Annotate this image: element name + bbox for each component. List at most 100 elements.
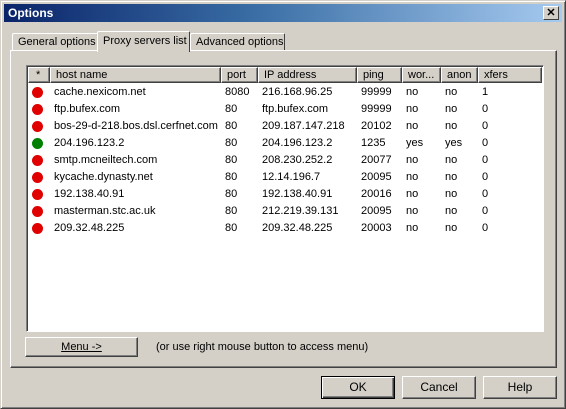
close-button[interactable]: ✕ — [543, 6, 559, 20]
cell-port: 80 — [225, 154, 238, 166]
cell-port: 8080 — [225, 86, 250, 98]
cell-xfers: 0 — [482, 120, 489, 132]
cell-anon: no — [445, 188, 458, 200]
status-error-icon — [32, 189, 43, 200]
cell-anon: no — [445, 171, 458, 183]
cell-anon: no — [445, 120, 458, 132]
table-row[interactable]: 192.138.40.91 80 192.138.40.91 20016 no no 0 — [28, 186, 543, 203]
cell-ping: 20003 — [361, 222, 392, 234]
cell-working: no — [406, 154, 419, 166]
table-row[interactable]: bos-29-d-218.bos.dsl.cerfnet.com 80 209.18… — [28, 118, 543, 135]
table-row[interactable]: cache.nexicom.net 8080 216.168.96.25 99999 n… — [28, 84, 543, 101]
table-row[interactable]: 204.196.123.2 80 204.196.123.2 1235 yes yes 0 — [28, 135, 543, 152]
cell-port: 80 — [225, 103, 238, 115]
cell-working: no — [406, 171, 419, 183]
ok-button[interactable]: OK — [321, 376, 395, 399]
cell-ping: 1235 — [361, 137, 386, 149]
column-header-anon[interactable]: anon — [441, 67, 478, 83]
window-title: Options — [8, 6, 54, 20]
cell-anon: yes — [445, 137, 463, 149]
table-row[interactable]: kycache.dynasty.net 80 12.14.196.7 20095 no n… — [28, 169, 543, 186]
cell-ping: 20016 — [361, 188, 392, 200]
column-header-xfers[interactable]: xfers — [478, 67, 542, 83]
cell-ip-address: 204.196.123.2 — [262, 137, 333, 149]
cell-ip-address: 192.138.40.91 — [262, 188, 333, 200]
column-header-working[interactable]: wor... — [402, 67, 441, 83]
options-dialog: Options ✕ General options Proxy servers … — [0, 0, 566, 409]
cell-anon: no — [445, 103, 458, 115]
table-row[interactable]: 209.32.48.225 80 209.32.48.225 20003 no no 0 — [28, 220, 543, 237]
status-error-icon — [32, 104, 43, 115]
cell-host-name: bos-29-d-218.bos.dsl.cerfnet.com — [54, 120, 218, 132]
cell-xfers: 0 — [482, 154, 489, 166]
cell-working: no — [406, 86, 419, 98]
cell-xfers: 0 — [482, 171, 489, 183]
cell-xfers: 0 — [482, 222, 489, 234]
menu-hint: (or use right mouse button to access men… — [156, 341, 369, 353]
column-header-ping[interactable]: ping — [357, 67, 402, 83]
cell-ping: 20102 — [361, 120, 392, 132]
cell-ping: 99999 — [361, 103, 392, 115]
cell-port: 80 — [225, 137, 238, 149]
cell-xfers: 0 — [482, 103, 489, 115]
status-error-icon — [32, 223, 43, 234]
status-error-icon — [32, 172, 43, 183]
cell-ping: 20095 — [361, 171, 392, 183]
tab-general-options[interactable]: General options — [12, 33, 98, 51]
cell-ip-address: 209.32.48.225 — [262, 222, 333, 234]
cell-xfers: 0 — [482, 205, 489, 217]
cell-working: yes — [406, 137, 424, 149]
cell-ip-address: 208.230.252.2 — [262, 154, 333, 166]
close-icon: ✕ — [546, 7, 556, 19]
title-bar[interactable]: Options ✕ — [4, 4, 562, 22]
cell-host-name: smtp.mcneiltech.com — [54, 154, 158, 166]
tab-proxy-servers-list[interactable]: Proxy servers list — [97, 31, 190, 52]
tab-label: Proxy servers list — [103, 35, 187, 47]
list-header: * host name port IP address ping wor... … — [28, 67, 543, 83]
cell-ip-address: 12.14.196.7 — [262, 171, 321, 183]
tab-label: Advanced options — [196, 36, 284, 48]
cell-ip-address: 209.187.147.218 — [262, 120, 345, 132]
cell-working: no — [406, 188, 419, 200]
cell-host-name: kycache.dynasty.net — [54, 171, 153, 183]
cell-host-name: 204.196.123.2 — [54, 137, 125, 149]
cell-ping: 20077 — [361, 154, 392, 166]
cell-anon: no — [445, 205, 458, 217]
status-error-icon — [32, 206, 43, 217]
table-row[interactable]: masterman.stc.ac.uk 80 212.219.39.131 20095… — [28, 203, 543, 220]
cell-ping: 20095 — [361, 205, 392, 217]
proxy-servers-panel: * host name port IP address ping wor... … — [10, 50, 557, 368]
column-header-status[interactable]: * — [28, 67, 50, 83]
cell-working: no — [406, 120, 419, 132]
cell-xfers: 1 — [482, 86, 489, 98]
tab-advanced-options[interactable]: Advanced options — [190, 33, 285, 51]
cell-port: 80 — [225, 205, 238, 217]
cell-anon: no — [445, 154, 458, 166]
status-error-icon — [32, 155, 43, 166]
menu-button[interactable]: Menu -> — [25, 337, 138, 357]
cell-port: 80 — [225, 222, 238, 234]
cell-host-name: ftp.bufex.com — [54, 103, 121, 115]
cell-anon: no — [445, 86, 458, 98]
cell-host-name: cache.nexicom.net — [54, 86, 146, 98]
status-ok-icon — [32, 138, 43, 149]
cell-port: 80 — [225, 188, 238, 200]
cell-port: 80 — [225, 120, 238, 132]
proxy-list[interactable]: * host name port IP address ping wor... … — [26, 65, 544, 332]
tab-label: General options — [18, 36, 96, 48]
table-row[interactable]: smtp.mcneiltech.com 80 208.230.252.2 20077 n… — [28, 152, 543, 169]
cell-working: no — [406, 222, 419, 234]
status-error-icon — [32, 121, 43, 132]
cancel-button[interactable]: Cancel — [402, 376, 476, 399]
cell-ip-address: 216.168.96.25 — [262, 86, 333, 98]
cell-port: 80 — [225, 171, 238, 183]
cell-host-name: 192.138.40.91 — [54, 188, 125, 200]
cell-xfers: 0 — [482, 137, 489, 149]
column-header-port[interactable]: port — [221, 67, 258, 83]
status-error-icon — [32, 87, 43, 98]
table-row[interactable]: ftp.bufex.com 80 ftp.bufex.com 99999 no no 0 — [28, 101, 543, 118]
help-button[interactable]: Help — [483, 376, 557, 399]
column-header-ip-address[interactable]: IP address — [258, 67, 357, 83]
cell-ping: 99999 — [361, 86, 392, 98]
column-header-host-name[interactable]: host name — [50, 67, 221, 83]
